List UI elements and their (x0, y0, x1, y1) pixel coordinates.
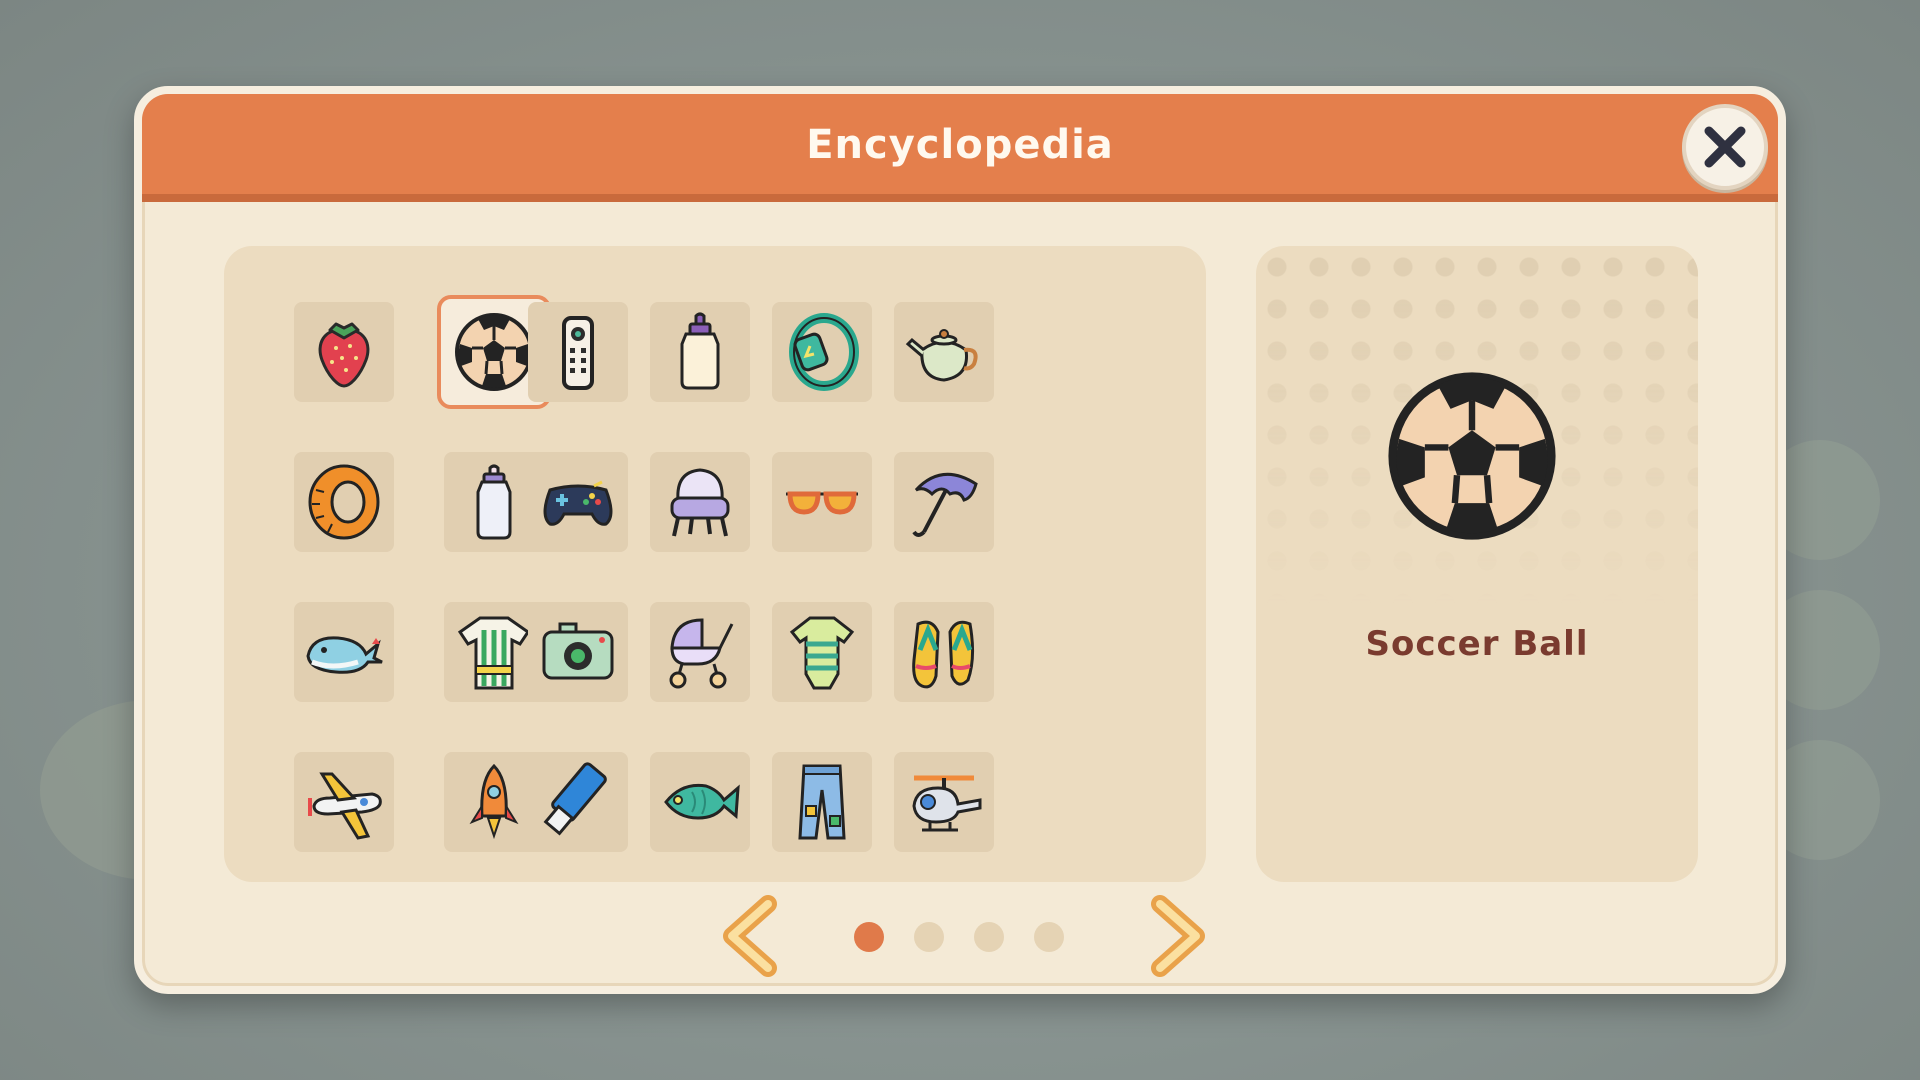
dialog-header: Encyclopedia (142, 94, 1778, 202)
soccer-ball-icon (1388, 372, 1556, 540)
tire-icon (308, 464, 380, 540)
grid-item-whale[interactable] (294, 602, 394, 702)
grid-item-umbrella[interactable] (894, 452, 994, 552)
armchair-icon (670, 468, 730, 537)
baby-bottle-icon (680, 312, 720, 390)
grid-item-game-controller[interactable] (528, 452, 628, 552)
milk-bottle-icon (476, 464, 512, 540)
rocket-icon (469, 763, 519, 840)
page-dot-1[interactable] (854, 922, 884, 952)
grid-item-teapot[interactable] (894, 302, 994, 402)
grid-item-tire[interactable] (294, 452, 394, 552)
previous-page-button[interactable] (716, 894, 786, 978)
grid-item-strawberry[interactable] (294, 302, 394, 402)
dialog-title: Encyclopedia (806, 122, 1114, 168)
chevron-left-icon (723, 895, 777, 977)
grid-item-fish[interactable] (650, 752, 750, 852)
item-grid (224, 246, 1206, 882)
item-detail-panel: Soccer Ball (1256, 246, 1698, 882)
onesie-icon (789, 616, 855, 690)
soccer-ball-icon (455, 313, 533, 391)
item-name-label: Soccer Ball (1365, 624, 1589, 664)
close-button[interactable] (1682, 104, 1768, 190)
airplane-icon (308, 772, 382, 840)
jeans-icon (798, 764, 846, 840)
usb-drive-icon (543, 762, 607, 836)
umbrella-icon (912, 472, 978, 537)
grid-item-camera[interactable] (528, 602, 628, 702)
smartwatch-icon (789, 313, 859, 391)
game-controller-icon (543, 480, 613, 526)
grid-item-usb-drive[interactable] (528, 752, 628, 852)
stroller-icon (669, 618, 734, 689)
close-icon (1704, 126, 1746, 168)
grid-item-baby-bottle[interactable] (650, 302, 750, 402)
next-page-button[interactable] (1142, 894, 1212, 978)
fish-icon (664, 783, 740, 820)
helicopter-icon (912, 775, 982, 832)
sunglasses-icon (786, 491, 858, 515)
jersey-icon (457, 616, 531, 690)
page-dot-2[interactable] (914, 922, 944, 952)
teapot-icon (905, 329, 978, 382)
grid-item-flip-flops[interactable] (894, 602, 994, 702)
grid-item-armchair[interactable] (650, 452, 750, 552)
grid-item-onesie[interactable] (772, 602, 872, 702)
grid-item-stroller[interactable] (650, 602, 750, 702)
grid-item-remote-control[interactable] (528, 302, 628, 402)
camera-icon (542, 622, 614, 680)
grid-item-sunglasses[interactable] (772, 452, 872, 552)
remote-control-icon (562, 316, 594, 390)
flip-flops-icon (912, 620, 975, 689)
grid-item-smartwatch[interactable] (772, 302, 872, 402)
grid-item-jeans[interactable] (772, 752, 872, 852)
chevron-right-icon (1151, 895, 1205, 977)
page-dot-4[interactable] (1034, 922, 1064, 952)
strawberry-icon (318, 322, 370, 388)
encyclopedia-dialog: Encyclopedia Soccer Ball (134, 86, 1786, 994)
grid-item-helicopter[interactable] (894, 752, 994, 852)
grid-item-airplane[interactable] (294, 752, 394, 852)
page-dot-3[interactable] (974, 922, 1004, 952)
whale-icon (306, 636, 383, 674)
